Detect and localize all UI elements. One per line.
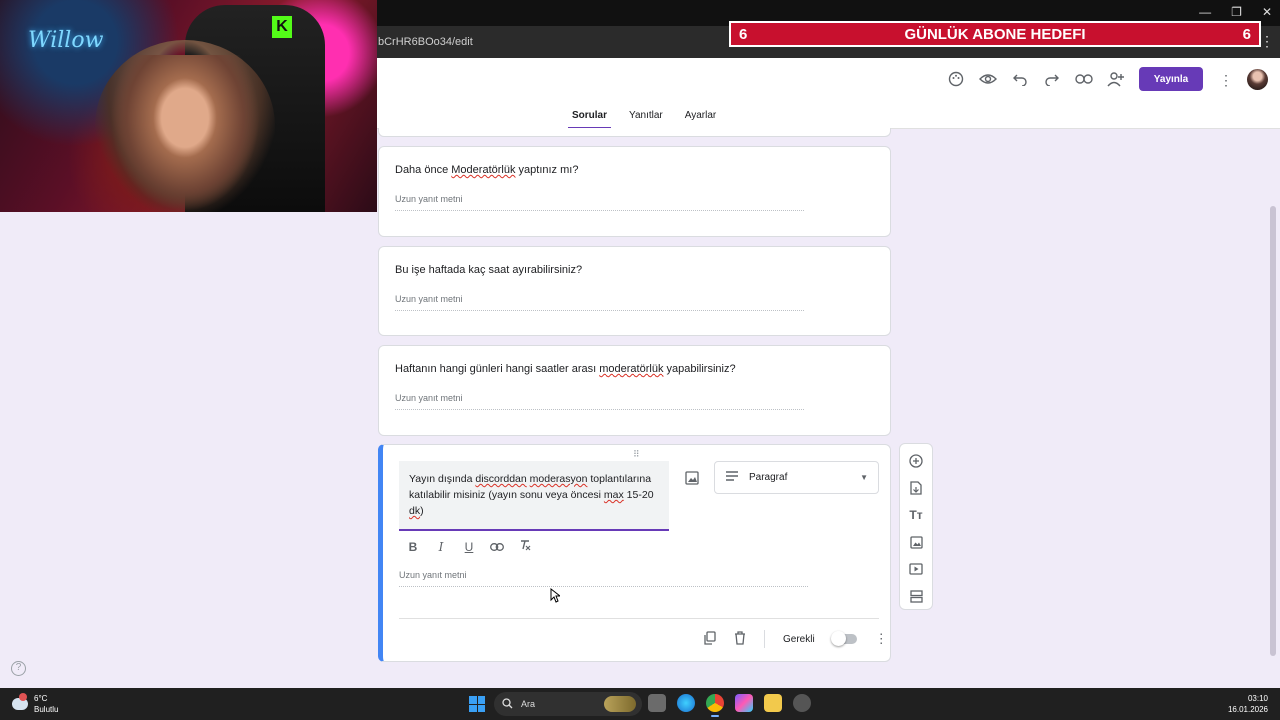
footer-separator [764, 630, 765, 648]
add-image-icon[interactable] [907, 533, 925, 551]
help-icon[interactable]: ? [11, 661, 26, 676]
neon-sign-logo: Willow [28, 28, 104, 53]
answer-placeholder: Uzun yanıt metni [399, 570, 808, 587]
tab-questions[interactable]: Sorular [568, 110, 612, 130]
formatting-toolbar: B I U [405, 539, 533, 554]
windows-start-icon[interactable] [469, 696, 485, 712]
bold-icon[interactable]: B [405, 540, 421, 554]
chrome-browser-icon[interactable] [706, 694, 724, 717]
answer-placeholder: Uzun yanıt metni [395, 294, 804, 311]
kick-logo-icon: K [272, 16, 292, 38]
required-toggle[interactable] [830, 631, 857, 646]
webcam-overlay: Willow K [0, 0, 377, 212]
underline-icon[interactable]: U [461, 540, 477, 554]
browser-menu-icon[interactable]: ⋮ [1260, 33, 1274, 50]
cloud-icon [12, 693, 28, 710]
question-card[interactable]: Daha önce Moderatörlük yaptınız mı? Uzun… [378, 146, 891, 237]
italic-icon[interactable]: I [433, 540, 449, 554]
header-toolbar [947, 70, 1125, 88]
add-collaborator-icon[interactable] [1107, 70, 1125, 88]
preview-eye-icon[interactable] [979, 70, 997, 88]
system-clock[interactable]: 03:10 16.01.2026 [1228, 693, 1268, 715]
required-label: Gerekli [783, 633, 815, 645]
add-title-description-icon[interactable]: Tт [907, 506, 925, 524]
duplicate-icon[interactable] [703, 630, 716, 648]
side-toolbar: Tт [899, 443, 933, 610]
streamer [110, 55, 260, 212]
question-card[interactable]: Bu işe haftada kaç saat ayırabilirsiniz?… [378, 246, 891, 336]
import-questions-icon[interactable] [907, 479, 925, 497]
add-question-icon[interactable] [907, 452, 925, 470]
link-icon[interactable] [1075, 70, 1093, 88]
question-type-label: Paragraf [749, 472, 788, 483]
publish-button[interactable]: Yayınla [1139, 67, 1203, 91]
tab-responses[interactable]: Yanıtlar [625, 110, 667, 130]
add-image-icon[interactable] [685, 471, 699, 490]
weather-temperature: 6°C [34, 694, 48, 703]
task-view-icon[interactable] [648, 694, 666, 712]
previous-question-card-edge [378, 128, 891, 137]
taskbar-apps [648, 694, 811, 717]
card-footer: Gerekli ⋮ [703, 630, 888, 648]
undo-icon[interactable] [1011, 70, 1029, 88]
window-controls: — ❐ ✕ [1199, 5, 1272, 19]
more-options-icon[interactable]: ⋮ [1219, 72, 1233, 89]
chevron-down-icon: ▼ [860, 473, 868, 482]
windows-taskbar: 6°C Bulutlu Ara 03:10 16.01.2026 [0, 688, 1280, 720]
add-section-icon[interactable] [907, 587, 925, 605]
edge-browser-icon[interactable] [677, 694, 695, 712]
question-title: Daha önce Moderatörlük yaptınız mı? [395, 164, 579, 176]
address-bar-url[interactable]: bCrHR6BOo34/edit [378, 36, 473, 48]
file-explorer-icon[interactable] [764, 694, 782, 712]
clock-time: 03:10 [1247, 694, 1268, 703]
redo-icon[interactable] [1043, 70, 1061, 88]
weather-condition: Bulutlu [34, 705, 59, 714]
goal-title: GÜNLÜK ABONE HEDEFI [904, 25, 1086, 43]
tab-settings[interactable]: Ayarlar [681, 110, 721, 130]
answer-placeholder: Uzun yanıt metni [395, 194, 804, 211]
search-highlight-image [604, 696, 636, 712]
weather-widget[interactable]: 6°C Bulutlu [12, 693, 58, 715]
question-card[interactable]: Haftanın hangi günleri hangi saatler ara… [378, 345, 891, 436]
card-divider [399, 618, 879, 619]
minimize-button[interactable]: — [1199, 5, 1211, 19]
form-tabs: Sorular Yanıtlar Ayarlar [568, 110, 720, 130]
palette-icon[interactable] [947, 70, 965, 88]
insert-link-icon[interactable] [489, 540, 505, 554]
more-options-icon[interactable]: ⋮ [875, 631, 888, 647]
copilot-icon[interactable] [735, 694, 753, 712]
drag-handle-icon[interactable]: ⠿ [633, 449, 641, 460]
question-title-input[interactable]: Yayın dışında discorddan moderasyon topl… [399, 461, 669, 531]
search-placeholder: Ara [521, 699, 536, 709]
goal-current: 6 [739, 25, 748, 43]
clock-date: 16.01.2026 [1227, 705, 1268, 714]
subscriber-goal-banner: 6 GÜNLÜK ABONE HEDEFI 6 [729, 21, 1261, 47]
question-type-select[interactable]: Paragraf ▼ [714, 461, 879, 494]
question-title: Bu işe haftada kaç saat ayırabilirsiniz? [395, 264, 583, 276]
paragraph-icon [725, 470, 739, 485]
obs-studio-icon[interactable] [793, 694, 811, 712]
delete-icon[interactable] [734, 630, 746, 648]
page-scrollbar[interactable] [1270, 206, 1276, 656]
close-window-button[interactable]: ✕ [1262, 5, 1272, 19]
clear-formatting-icon[interactable] [517, 539, 533, 554]
goal-target: 6 [1242, 25, 1251, 43]
question-title: Haftanın hangi günleri hangi saatler ara… [395, 363, 736, 375]
active-question-card[interactable]: ⠿ Yayın dışında discorddan moderasyon to… [378, 444, 891, 662]
avatar[interactable] [1247, 69, 1268, 90]
search-icon [502, 697, 513, 711]
taskbar-search[interactable]: Ara [494, 692, 642, 716]
answer-placeholder: Uzun yanıt metni [395, 393, 804, 410]
maximize-button[interactable]: ❐ [1231, 5, 1242, 19]
mouse-cursor-icon [550, 587, 562, 608]
add-video-icon[interactable] [907, 560, 925, 578]
